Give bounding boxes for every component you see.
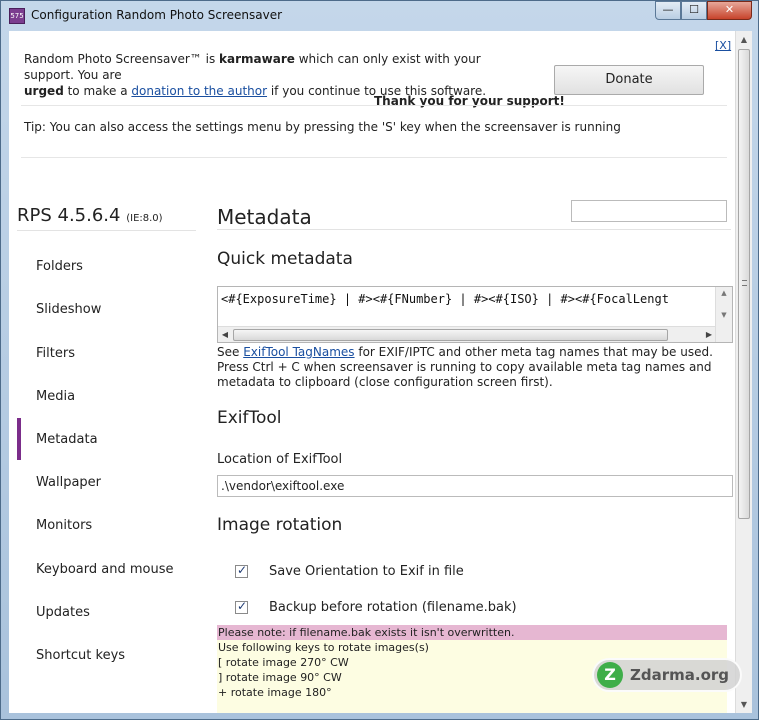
scroll-right-icon[interactable]: ▶	[702, 327, 716, 342]
help-text-1: See	[217, 345, 244, 359]
sidebar-item-metadata[interactable]: Metadata	[36, 432, 98, 447]
sidebar-item-media[interactable]: Media	[36, 389, 75, 404]
exiftool-location-label: Location of ExifTool	[217, 452, 343, 467]
tip-text: Tip: You can also access the settings me…	[24, 120, 621, 134]
divider	[17, 230, 196, 231]
rotation-keys-intro: Use following keys to rotate images(s)	[218, 641, 429, 654]
watermark-logo-icon: Z	[597, 662, 623, 688]
window-title: Configuration Random Photo Screensaver	[31, 8, 283, 22]
sidebar-item-updates[interactable]: Updates	[36, 605, 90, 620]
title-bar[interactable]: 575 Configuration Random Photo Screensav…	[1, 1, 758, 30]
watermark-text: Zdarma.org	[630, 666, 730, 684]
grip-icon	[742, 280, 747, 286]
search-input[interactable]	[571, 200, 727, 222]
save-orientation-label[interactable]: Save Orientation to Exif in file	[269, 564, 464, 579]
help-text-3: Press Ctrl + C when screensaver is runni…	[217, 360, 712, 389]
scroll-down-icon[interactable]: ▼	[736, 696, 752, 713]
support-message: Random Photo Screensaver™ is karmaware w…	[24, 51, 524, 99]
scrollbar-thumb[interactable]	[738, 49, 750, 519]
watermark: Z Zdarma.org	[592, 658, 742, 692]
scrollbar-thumb[interactable]	[233, 329, 668, 341]
image-rotation-heading: Image rotation	[217, 515, 343, 535]
close-button[interactable]: ✕	[707, 1, 752, 20]
maximize-button[interactable]: ☐	[681, 1, 707, 20]
help-text-2: for EXIF/IPTC and other meta tag names t…	[354, 345, 713, 359]
divider	[21, 105, 727, 106]
support-text-1: Random Photo Screensaver™ is	[24, 52, 220, 66]
scroll-left-icon[interactable]: ◀	[218, 327, 232, 342]
save-orientation-checkbox[interactable]	[235, 563, 248, 578]
version-number: RPS 4.5.6.4	[17, 205, 121, 226]
exiftool-location-input[interactable]: .\vendor\exiftool.exe	[217, 475, 733, 497]
sidebar-item-folders[interactable]: Folders	[36, 259, 83, 274]
page-title: Metadata	[217, 205, 312, 229]
app-window: 575 Configuration Random Photo Screensav…	[0, 0, 759, 720]
quick-metadata-textarea[interactable]: <#{ExposureTime} | #><#{FNumber} | #><#{…	[217, 286, 733, 343]
backup-checkbox[interactable]	[235, 599, 248, 614]
quick-metadata-help: See ExifTool TagNames for EXIF/IPTC and …	[217, 345, 732, 390]
client-area: [X] Random Photo Screensaver™ is karmawa…	[9, 31, 752, 713]
backup-label[interactable]: Backup before rotation (filename.bak)	[269, 600, 517, 615]
donate-button[interactable]: Donate	[554, 65, 704, 95]
close-banner-link[interactable]: [X]	[715, 39, 731, 52]
app-icon: 575	[9, 8, 25, 24]
vertical-scrollbar[interactable]: ▲ ▼	[715, 287, 732, 342]
support-text-3: to make a	[63, 84, 132, 98]
divider	[217, 229, 731, 230]
window-controls: — ☐ ✕	[655, 1, 752, 21]
quick-metadata-heading: Quick metadata	[217, 249, 353, 269]
support-karmaware: karmaware	[219, 52, 295, 66]
page-scrollbar[interactable]: ▲ ▼	[735, 31, 752, 713]
scroll-down-icon[interactable]: ▼	[716, 311, 732, 319]
minimize-button[interactable]: —	[655, 1, 681, 20]
donation-link[interactable]: donation to the author	[131, 84, 267, 98]
horizontal-scrollbar[interactable]: ◀ ▶	[218, 326, 716, 342]
version-label: RPS 4.5.6.4 (IE:8.0)	[17, 205, 163, 226]
sidebar-item-slideshow[interactable]: Slideshow	[36, 302, 101, 317]
version-ie: (IE:8.0)	[126, 213, 163, 224]
active-nav-indicator	[17, 418, 21, 460]
sidebar-item-monitors[interactable]: Monitors	[36, 518, 92, 533]
sidebar-item-keyboard-and-mouse[interactable]: Keyboard and mouse	[36, 562, 173, 577]
quick-metadata-value[interactable]: <#{ExposureTime} | #><#{FNumber} | #><#{…	[221, 292, 669, 306]
exiftool-tagnames-link[interactable]: ExifTool TagNames	[243, 345, 354, 359]
sidebar-item-shortcut-keys[interactable]: Shortcut keys	[36, 648, 125, 663]
exiftool-heading: ExifTool	[217, 408, 282, 428]
sidebar-item-filters[interactable]: Filters	[36, 346, 75, 361]
scroll-up-icon[interactable]: ▲	[716, 289, 732, 297]
sidebar-item-wallpaper[interactable]: Wallpaper	[36, 475, 101, 490]
overwrite-note: Please note: if filename.bak exists it i…	[217, 625, 727, 640]
support-urged: urged	[24, 84, 64, 98]
scroll-up-icon[interactable]: ▲	[736, 31, 752, 48]
divider	[21, 157, 727, 158]
